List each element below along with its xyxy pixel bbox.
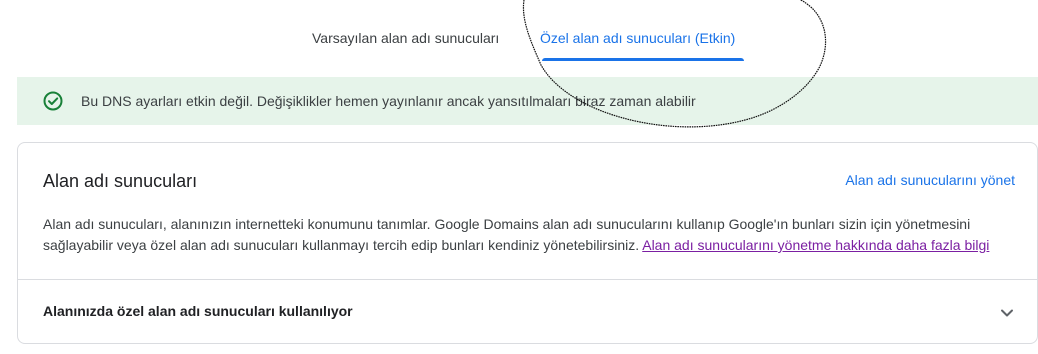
custom-nameservers-row-title: Alanınızda özel alan adı sunucuları kull… — [43, 303, 353, 319]
check-circle-icon — [43, 91, 63, 111]
nameservers-card: Alan adı sunucuları Alan adı sunucuların… — [17, 142, 1038, 344]
tab-default-nameservers[interactable]: Varsayılan alan adı sunucuları — [312, 28, 499, 48]
learn-more-link[interactable]: Alan adı sunucularını yönetme hakkında d… — [642, 237, 989, 253]
divider — [18, 279, 1037, 280]
manage-nameservers-link[interactable]: Alan adı sunucularını yönet — [845, 170, 1015, 190]
tab-custom-nameservers[interactable]: Özel alan adı sunucuları (Etkin) — [540, 28, 735, 48]
status-banner: Bu DNS ayarları etkin değil. Değişiklikl… — [17, 77, 1038, 125]
card-description: Alan adı sunucuları, alanınızın internet… — [43, 214, 1023, 256]
status-banner-text: Bu DNS ayarları etkin değil. Değişiklikl… — [81, 93, 696, 109]
card-title: Alan adı sunucuları — [43, 171, 198, 191]
active-tab-indicator — [542, 58, 744, 61]
nameserver-tabs: Varsayılan alan adı sunucuları Özel alan… — [0, 18, 1038, 64]
chevron-down-icon[interactable] — [997, 303, 1017, 323]
